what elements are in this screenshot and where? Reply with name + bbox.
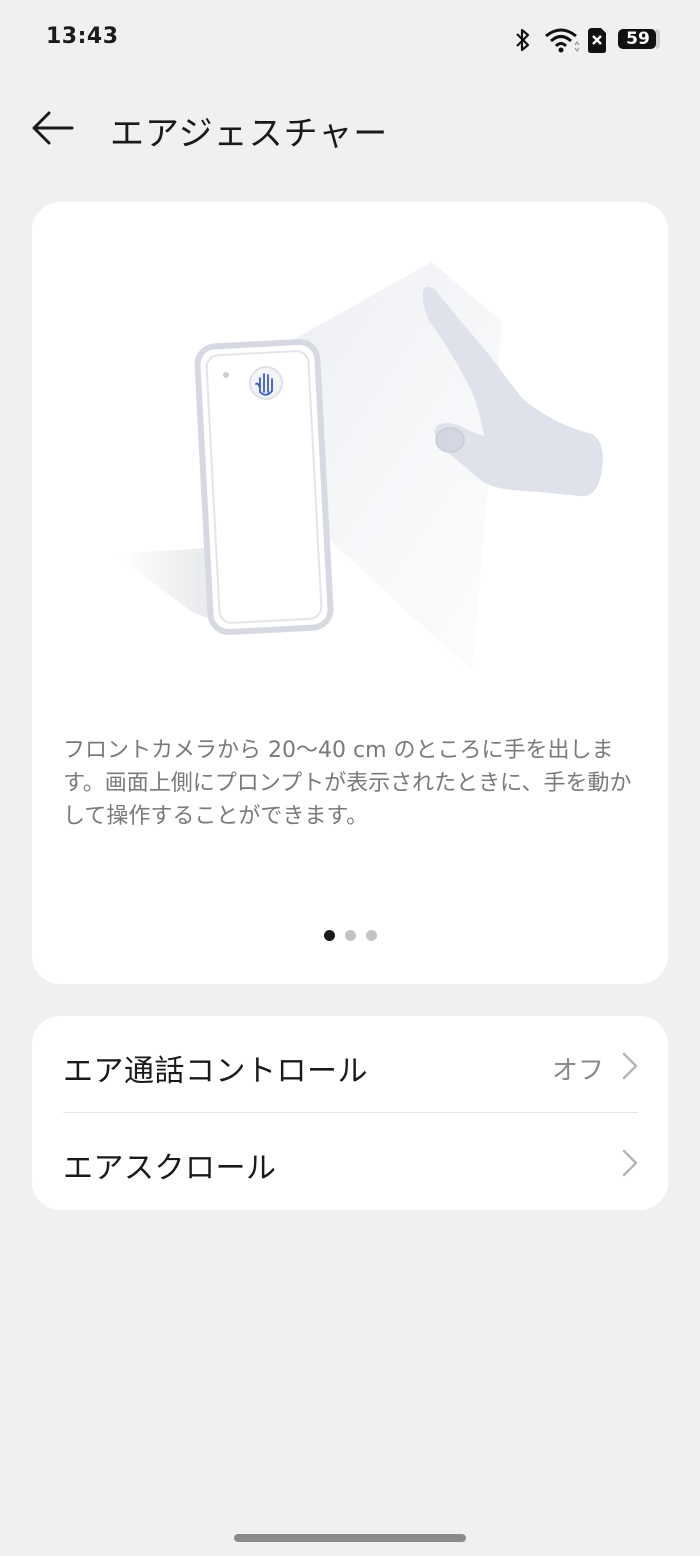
sim-error-icon [588, 28, 606, 53]
status-time: 13:43 [46, 24, 119, 49]
page-dot-3[interactable] [365, 930, 377, 941]
battery-level: 59 [626, 29, 650, 49]
home-indicator[interactable] [234, 1534, 466, 1542]
chevron-right-icon [622, 1052, 638, 1080]
arrow-left-icon [32, 111, 74, 145]
phone-graphic [194, 338, 334, 636]
header: エアジェスチャー [0, 90, 700, 170]
status-bar: 13:43 59 [0, 0, 700, 80]
page-title: エアジェスチャー [110, 114, 389, 154]
setting-label: エアスクロール [63, 1151, 277, 1186]
illustration-card: フロントカメラから 20〜40 cm のところに手を出します。画面上側にプロンプ… [32, 202, 668, 984]
wifi-icon [545, 28, 580, 53]
air-gesture-illustration [114, 262, 603, 672]
back-button[interactable] [30, 108, 80, 148]
setting-label: エア通話コントロール [63, 1054, 368, 1089]
settings-list: エア通話コントロール オフ エアスクロール [32, 1016, 668, 1210]
chevron-right-icon [622, 1149, 638, 1177]
page-indicator [32, 926, 668, 941]
setting-air-call-control[interactable]: エア通話コントロール オフ [32, 1016, 668, 1113]
gesture-description: フロントカメラから 20〜40 cm のところに手を出します。画面上側にプロンプ… [63, 738, 632, 829]
setting-air-scroll[interactable]: エアスクロール [32, 1113, 668, 1209]
bluetooth-icon [516, 28, 530, 52]
page-dot-1[interactable] [323, 930, 335, 941]
setting-value: オフ [551, 1056, 604, 1086]
page-dot-2[interactable] [344, 930, 356, 941]
